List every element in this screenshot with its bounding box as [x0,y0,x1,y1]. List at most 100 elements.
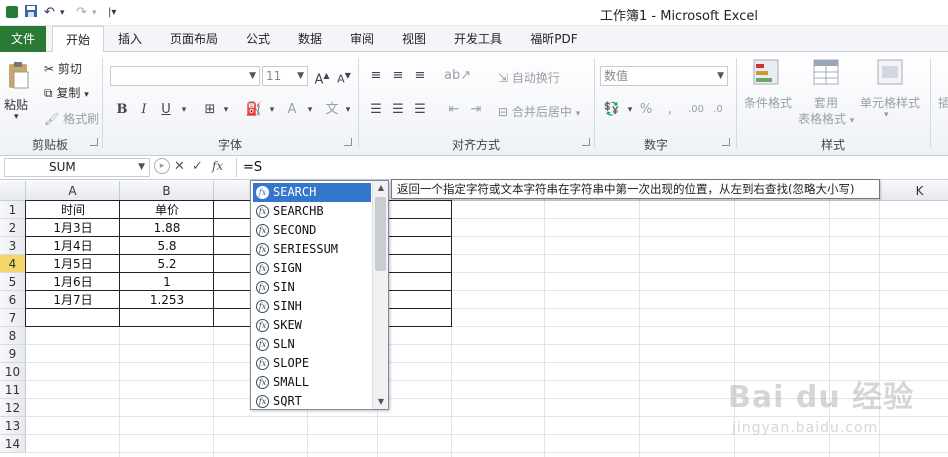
cell-b5[interactable]: 1 [120,273,214,291]
insert-function-icon[interactable]: fx [212,159,223,173]
fill-color-icon[interactable]: ⛽ [244,100,264,120]
align-right-icon[interactable]: ☰ [410,100,430,120]
bold-button[interactable]: B [112,100,132,120]
autocomplete-item-small[interactable]: fx SMALL [253,373,371,392]
increase-decimal-icon[interactable]: .00 [686,100,706,120]
currency-icon[interactable]: 💱 [602,100,622,120]
font-color-dropdown-icon[interactable]: ▾ [300,100,320,120]
undo-icon[interactable]: ↶ [44,4,55,22]
tab-file[interactable]: 文件 [0,26,46,52]
paste-icon[interactable] [6,60,32,94]
cell-a5[interactable]: 1月6日 [26,273,120,291]
function-autocomplete-list[interactable]: fx SEARCH fx SEARCHB fx SECOND fx SERIESSUM fx SI… [250,180,389,410]
percent-icon[interactable]: % [636,100,656,120]
cancel-icon[interactable]: ✕ [174,159,185,174]
customize-icon[interactable]: |▾ [108,4,116,22]
align-bottom-icon[interactable]: ≡ [410,66,430,86]
save-icon[interactable] [24,4,38,22]
font-size-combo[interactable]: 11 ▼ [262,66,308,86]
column-header-a[interactable]: A [26,181,120,201]
copy-button[interactable]: ⧉ 复制 ▾ [44,84,89,101]
row-header-12[interactable]: 12 [0,399,26,417]
table-format-button[interactable]: 表格格式 ▾ [798,110,854,127]
autocomplete-item-search[interactable]: fx SEARCH [253,183,371,202]
font-name-combo[interactable]: ▼ [110,66,260,86]
cell-b2[interactable]: 1.88 [120,219,214,237]
wrap-text-button[interactable]: ⇲ 自动换行 [498,69,560,86]
underline-button[interactable]: U [156,100,176,120]
cell-a2[interactable]: 1月3日 [26,219,120,237]
italic-button[interactable]: I [134,100,154,120]
autocomplete-item-sqrt[interactable]: fx SQRT [253,392,371,411]
row-header-9[interactable]: 9 [0,345,26,363]
autocomplete-item-slope[interactable]: fx SLOPE [253,354,371,373]
cell-b4[interactable]: 5.2 [120,255,214,273]
row-header-5[interactable]: 5 [0,273,26,291]
redo-dropdown-icon[interactable]: ▾ [92,4,97,22]
row-header-1[interactable]: 1 [0,201,26,219]
table-format-icon[interactable] [812,58,842,88]
cell-a6[interactable]: 1月7日 [26,291,120,309]
decrease-decimal-icon[interactable]: .0 [708,100,728,120]
cell-styles-icon[interactable] [876,58,906,88]
autocomplete-scrollbar[interactable]: ▲ ▼ [372,181,388,409]
tab-home[interactable]: 开始 [52,26,104,53]
expand-icon[interactable]: ▸ [154,158,170,174]
copy-dropdown-icon[interactable]: ▾ [84,90,89,100]
undo-dropdown-icon[interactable]: ▾ [60,4,65,22]
tab-foxit-pdf[interactable]: 福昕PDF [522,26,586,52]
align-center-icon[interactable]: ☰ [388,100,408,120]
scroll-down-icon[interactable]: ▼ [373,395,389,409]
tab-view[interactable]: 视图 [394,26,434,52]
number-launcher-icon[interactable] [722,138,730,146]
cell-a1[interactable]: 时间 [26,201,120,219]
decrease-font-icon[interactable]: A▼ [334,66,354,86]
row-header-6[interactable]: 6 [0,291,26,309]
scroll-up-icon[interactable]: ▲ [373,181,389,195]
formula-input[interactable]: =S [236,158,944,177]
alignment-launcher-icon[interactable] [582,138,590,146]
cell-a4[interactable]: 1月5日 [26,255,120,273]
number-format-combo[interactable]: 数值 ▼ [600,66,728,86]
autocomplete-item-second[interactable]: fx SECOND [253,221,371,240]
autocomplete-item-searchb[interactable]: fx SEARCHB [253,202,371,221]
name-box[interactable]: SUM ▼ [4,158,150,177]
select-all-corner[interactable] [0,181,26,201]
cell-b3[interactable]: 5.8 [120,237,214,255]
conditional-format-icon[interactable] [752,58,782,88]
paste-button[interactable]: 粘贴 [4,96,28,113]
scrollbar-thumb[interactable] [375,197,386,271]
insert-cells-button[interactable]: 插 [938,94,948,111]
borders-dropdown-icon[interactable]: ▾ [216,100,236,120]
autocomplete-item-seriessum[interactable]: fx SERIESSUM [253,240,371,259]
clipboard-launcher-icon[interactable] [90,138,98,146]
comma-icon[interactable]: , [660,100,680,120]
autocomplete-item-sinh[interactable]: fx SINH [253,297,371,316]
cell-b1[interactable]: 单价 [120,201,214,219]
row-header-11[interactable]: 11 [0,381,26,399]
align-middle-icon[interactable]: ≡ [388,66,408,86]
font-launcher-icon[interactable] [344,138,352,146]
row-header-8[interactable]: 8 [0,327,26,345]
autocomplete-item-sign[interactable]: fx SIGN [253,259,371,278]
tab-developer[interactable]: 开发工具 [446,26,510,52]
row-header-4[interactable]: 4 [0,255,26,273]
tab-review[interactable]: 审阅 [342,26,382,52]
row-header-13[interactable]: 13 [0,417,26,435]
row-header-14[interactable]: 14 [0,435,26,453]
fill-dropdown-icon[interactable]: ▾ [262,100,282,120]
autocomplete-item-sin[interactable]: fx SIN [253,278,371,297]
decrease-indent-icon[interactable]: ⇤ [444,100,464,120]
row-header-3[interactable]: 3 [0,237,26,255]
increase-font-icon[interactable]: A▲ [312,66,332,87]
column-header-b[interactable]: B [120,181,214,201]
align-left-icon[interactable]: ☰ [366,100,386,120]
row-header-7[interactable]: 7 [0,309,26,327]
cut-button[interactable]: ✂ 剪切 [44,60,82,77]
tab-insert[interactable]: 插入 [110,26,150,52]
row-header-2[interactable]: 2 [0,219,26,237]
merge-center-button[interactable]: ⊟ 合并后居中 ▾ [498,103,580,120]
format-painter-button[interactable]: 🖌 格式刷 [44,110,99,127]
cell-styles-dropdown-icon[interactable]: ▾ [884,110,889,120]
row-header-10[interactable]: 10 [0,363,26,381]
